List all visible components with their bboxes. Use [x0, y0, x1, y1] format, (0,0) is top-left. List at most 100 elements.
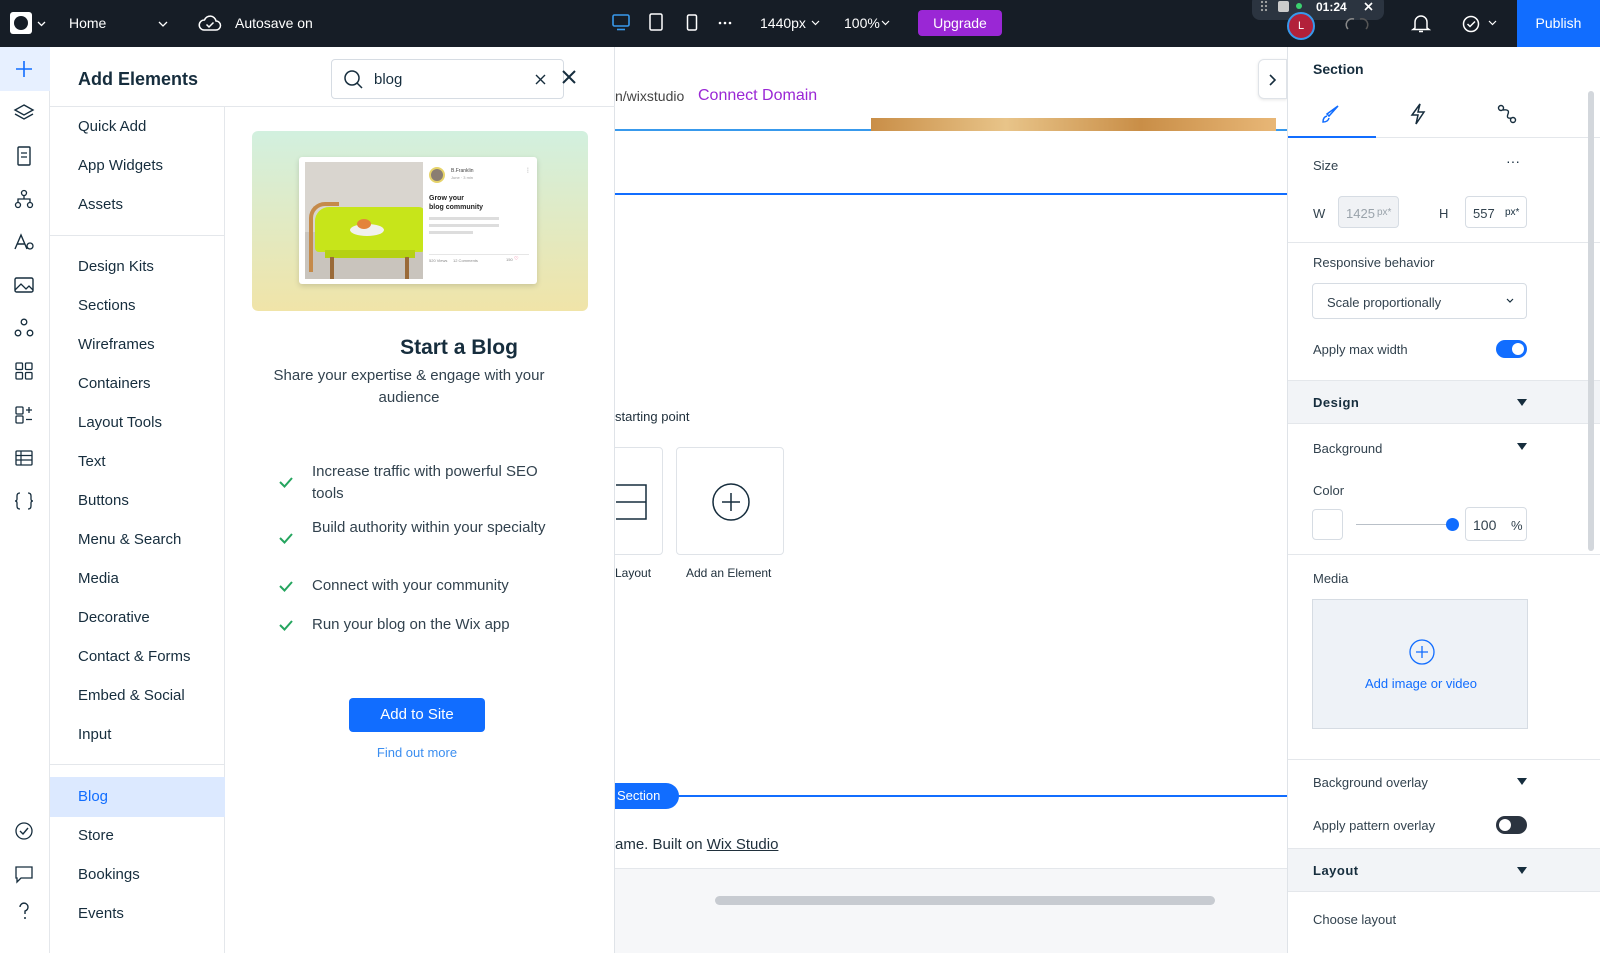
- chevron-down-icon[interactable]: [37, 19, 46, 28]
- chevron-down-icon[interactable]: [158, 19, 168, 28]
- caret-down-icon[interactable]: [1517, 778, 1527, 785]
- divider: [50, 235, 225, 236]
- category-buttons[interactable]: Buttons: [50, 481, 225, 521]
- pattern-overlay-toggle[interactable]: [1496, 816, 1527, 834]
- more-icon[interactable]: [718, 21, 732, 25]
- connect-domain-link[interactable]: Connect Domain: [698, 87, 817, 105]
- page-selector[interactable]: Home: [69, 15, 106, 31]
- pages-icon[interactable]: [13, 145, 35, 167]
- stop-recording-button[interactable]: [1278, 1, 1289, 12]
- chat-icon[interactable]: [13, 863, 35, 885]
- upgrade-button[interactable]: Upgrade: [918, 10, 1002, 36]
- category-containers[interactable]: Containers: [50, 364, 225, 404]
- category-input[interactable]: Input: [50, 715, 225, 755]
- divider: [1288, 242, 1600, 243]
- caret-down-icon[interactable]: [1517, 443, 1527, 450]
- category-quick-add[interactable]: Quick Add: [50, 107, 225, 147]
- media-icon[interactable]: [13, 274, 35, 296]
- width-field[interactable]: 1425 px*: [1338, 196, 1399, 228]
- add-element-tile[interactable]: [676, 447, 784, 555]
- opacity-unit: %: [1511, 518, 1523, 533]
- canvas-width-selector[interactable]: 1440px: [760, 15, 806, 31]
- connect-data-icon[interactable]: [1496, 103, 1518, 125]
- preview-comments: 12 Comments: [453, 258, 478, 263]
- color-swatch[interactable]: [1312, 509, 1343, 540]
- add-to-site-button[interactable]: Add to Site: [349, 698, 485, 732]
- category-events[interactable]: Events: [50, 894, 225, 934]
- avatar[interactable]: L: [1287, 12, 1315, 40]
- category-contact-forms[interactable]: Contact & Forms: [50, 637, 225, 677]
- preview-author: B.Franklin: [451, 168, 474, 174]
- bell-icon[interactable]: [1411, 13, 1431, 34]
- site-structure-icon[interactable]: [13, 188, 35, 210]
- max-width-toggle[interactable]: [1496, 340, 1527, 358]
- size-more-icon[interactable]: ···: [1506, 153, 1520, 169]
- wix-studio-link[interactable]: Wix Studio: [707, 836, 779, 853]
- add-media-box[interactable]: Add image or video: [1312, 599, 1528, 729]
- category-menu-search[interactable]: Menu & Search: [50, 520, 225, 560]
- horizontal-scrollbar[interactable]: [715, 896, 1215, 905]
- design-brush-icon[interactable]: [1320, 103, 1342, 125]
- opacity-slider-handle[interactable]: [1446, 518, 1459, 531]
- cms-table-icon[interactable]: [13, 447, 35, 469]
- typography-icon[interactable]: [13, 231, 35, 253]
- drag-handle-icon[interactable]: [1260, 0, 1268, 12]
- category-store[interactable]: Store: [50, 816, 225, 856]
- inspector-tabs: [1288, 92, 1600, 138]
- choose-layout-label: Choose layout: [1313, 912, 1397, 927]
- layout-tile[interactable]: [615, 447, 663, 555]
- divider: [1288, 554, 1600, 555]
- category-design-kits[interactable]: Design Kits: [50, 247, 225, 287]
- wix-logo-menu-button[interactable]: [10, 12, 32, 34]
- editor-canvas[interactable]: n/wixstudio Connect Domain starting poin…: [615, 47, 1287, 953]
- interactions-lightning-icon[interactable]: [1409, 102, 1427, 126]
- category-assets[interactable]: Assets: [50, 185, 225, 225]
- close-icon[interactable]: [1364, 2, 1373, 11]
- responsive-behavior-dropdown[interactable]: Scale proportionally: [1312, 283, 1527, 319]
- chevron-down-icon[interactable]: [881, 19, 890, 27]
- size-label: Size: [1313, 158, 1339, 173]
- undo-redo-icon[interactable]: [1344, 15, 1370, 33]
- layout-tile-label: Layout: [615, 566, 652, 580]
- category-bookings[interactable]: Bookings: [50, 855, 225, 895]
- search-input[interactable]: blog: [331, 59, 564, 99]
- opacity-field[interactable]: 100 %: [1465, 507, 1527, 541]
- help-icon[interactable]: [13, 900, 35, 922]
- opacity-slider-track[interactable]: [1356, 524, 1452, 525]
- find-out-more-link[interactable]: Find out more: [349, 745, 485, 760]
- category-sections[interactable]: Sections: [50, 286, 225, 326]
- height-field[interactable]: 557 px*: [1465, 196, 1527, 228]
- business-apps-icon[interactable]: [13, 404, 35, 426]
- layers-icon[interactable]: [13, 102, 35, 124]
- category-blog[interactable]: Blog: [50, 777, 225, 817]
- category-layout-tools[interactable]: Layout Tools: [50, 403, 225, 443]
- mobile-view-icon[interactable]: [686, 14, 698, 31]
- design-section-label: Design: [1313, 395, 1360, 410]
- desktop-view-icon[interactable]: [612, 14, 630, 31]
- category-app-widgets[interactable]: App Widgets: [50, 146, 225, 186]
- components-icon[interactable]: [13, 317, 35, 339]
- publish-button[interactable]: Publish: [1517, 0, 1600, 47]
- code-icon[interactable]: [13, 490, 35, 512]
- search-value[interactable]: blog: [374, 71, 402, 88]
- category-embed-social[interactable]: Embed & Social: [50, 676, 225, 716]
- plus-icon[interactable]: [13, 58, 35, 80]
- divider: [50, 764, 225, 765]
- site-checklist-icon[interactable]: [13, 820, 35, 842]
- category-media[interactable]: Media: [50, 559, 225, 599]
- site-status-icon[interactable]: [1461, 13, 1483, 34]
- inspector-scrollbar[interactable]: [1588, 91, 1594, 551]
- layout-section-header[interactable]: Layout: [1288, 848, 1600, 892]
- chevron-down-icon[interactable]: [1488, 19, 1497, 27]
- category-text[interactable]: Text: [50, 442, 225, 482]
- section-tag[interactable]: Section: [615, 783, 679, 809]
- chevron-down-icon[interactable]: [811, 19, 820, 27]
- tablet-view-icon[interactable]: [649, 13, 663, 31]
- expand-panel-button[interactable]: [1258, 59, 1287, 99]
- close-panel-icon[interactable]: [562, 70, 576, 84]
- clear-search-icon[interactable]: [535, 74, 546, 85]
- apps-icon[interactable]: [13, 360, 35, 382]
- design-section-header[interactable]: Design: [1288, 380, 1600, 424]
- category-decorative[interactable]: Decorative: [50, 598, 225, 638]
- zoom-selector[interactable]: 100%: [844, 15, 880, 31]
